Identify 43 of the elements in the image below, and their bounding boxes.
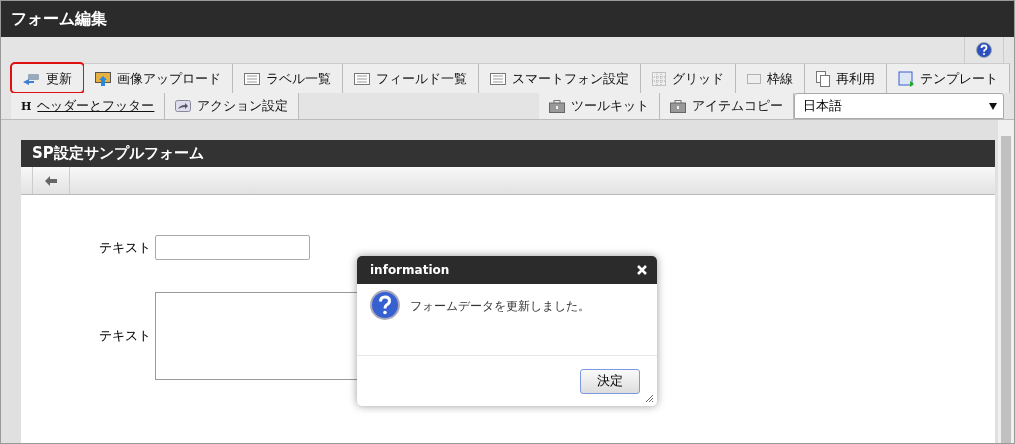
list-icon: [490, 72, 506, 85]
toolbar-tab[interactable]: テンプレート: [887, 63, 1010, 93]
toolbar-tab[interactable]: H ヘッダーとフッター: [11, 93, 166, 119]
field-label: テキスト: [99, 327, 151, 345]
toolbar-tab[interactable]: 更新: [11, 63, 84, 93]
back-button[interactable]: [32, 167, 70, 194]
toolbar-tab[interactable]: ラベル一覧: [233, 63, 343, 93]
copy-icon: [816, 70, 830, 87]
back-arrow-icon: [45, 175, 57, 186]
arrow-icon: [22, 72, 40, 85]
toolbar-tab[interactable]: ツールキット: [539, 93, 660, 119]
form-title: SP設定サンプルフォーム: [32, 144, 204, 163]
list-icon: [244, 72, 260, 85]
dialog-title: information: [370, 263, 450, 277]
toolbox-icon: [549, 99, 565, 113]
resize-grip-icon[interactable]: [644, 393, 654, 403]
language-select[interactable]: 日本語: [794, 93, 1004, 119]
toolbar-tab[interactable]: スマートフォン設定: [479, 63, 641, 93]
share-icon: [175, 100, 192, 112]
template-icon: [898, 70, 914, 87]
toolbar-tab[interactable]: 再利用: [805, 63, 887, 93]
grid-icon: [652, 71, 666, 86]
list-icon: [354, 72, 370, 85]
toolbar-tab[interactable]: グリッド: [641, 63, 736, 93]
confirm-button[interactable]: 決定: [580, 368, 640, 394]
question-icon: [370, 290, 400, 320]
image-upload-icon: [95, 71, 111, 86]
close-icon[interactable]: [637, 265, 647, 275]
help-icon[interactable]: [976, 42, 992, 58]
toolbar-tab[interactable]: フィールド一覧: [343, 63, 479, 93]
text-field[interactable]: [155, 235, 310, 260]
toolbar-tab[interactable]: 枠線: [736, 63, 805, 93]
toolbar-tab[interactable]: 画像アップロード: [84, 63, 233, 93]
toolbar-tab[interactable]: アイテムコピー: [660, 93, 794, 119]
scrollbar[interactable]: [998, 120, 1014, 443]
toolbar-tab[interactable]: アクション設定: [165, 93, 300, 119]
dashed-box-icon: [747, 73, 761, 84]
window-title: フォーム編集: [11, 8, 107, 30]
toolbox-icon: [670, 99, 686, 113]
field-label: テキスト: [99, 238, 151, 257]
caret-icon: [989, 102, 997, 110]
header-icon: H: [21, 99, 32, 113]
dialog-message: フォームデータを更新しました。: [410, 298, 590, 315]
